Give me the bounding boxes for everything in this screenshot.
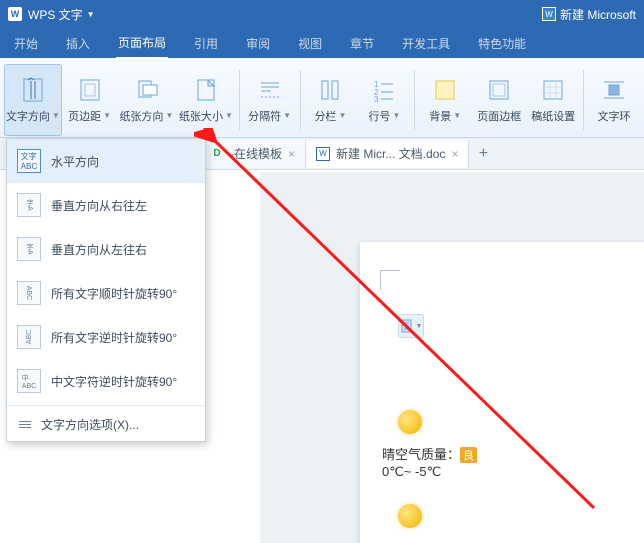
paper: ▼ 济南 七日 晴空气质量：良 0℃~ -5℃ 晴 2℃~ -5℃ <box>360 242 644 543</box>
paste-options-button[interactable]: ▼ <box>398 314 424 338</box>
title-bar: W WPS 文字 ▼ W 新建 Microsoft <box>0 0 644 28</box>
ribbon-grid-paper[interactable]: 稿纸设置 <box>527 64 579 136</box>
options-icon <box>19 421 31 428</box>
ribbon-margins[interactable]: 页边距▼ <box>64 64 116 136</box>
direction-icon: 中ABC <box>17 369 41 393</box>
tab-start[interactable]: 开始 <box>12 29 40 58</box>
word-icon: W <box>316 147 330 161</box>
direction-icon: 字A <box>17 237 41 261</box>
app-menu-caret-icon[interactable]: ▼ <box>87 10 95 19</box>
direction-vertical-ltr[interactable]: 字A 垂直方向从左往右 <box>7 227 205 271</box>
direction-icon: 文字ABC <box>17 149 41 173</box>
page-border-icon <box>485 76 513 104</box>
app-icon: W <box>8 7 22 21</box>
document-icon <box>400 319 414 333</box>
direction-horizontal[interactable]: 文字ABC 水平方向 <box>7 139 205 183</box>
new-tab-button[interactable]: + <box>469 145 497 163</box>
tab-view[interactable]: 视图 <box>296 29 324 58</box>
tab-section[interactable]: 章节 <box>348 29 376 58</box>
margins-icon <box>76 76 104 104</box>
sun-icon <box>398 410 422 434</box>
tab-insert[interactable]: 插入 <box>64 29 92 58</box>
line-numbers-icon: 123 <box>370 76 398 104</box>
tab-reference[interactable]: 引用 <box>192 29 220 58</box>
text-direction-icon <box>19 76 47 104</box>
ribbon-line-numbers[interactable]: 123 行号▼ <box>358 64 410 136</box>
doc-icon: W <box>542 7 556 21</box>
text-direction-dropdown: 文字ABC 水平方向 字A 垂直方向从右往左 字A 垂直方向从左往右 ABC 所… <box>6 138 206 442</box>
ribbon-columns[interactable]: 分栏▼ <box>304 64 356 136</box>
ribbon: 文字方向▼ 页边距▼ 纸张方向▼ 纸张大小▼ 分隔符▼ 分栏▼ 123 行号▼ … <box>0 58 644 138</box>
page-canvas: ▼ 济南 七日 晴空气质量：良 0℃~ -5℃ 晴 2℃~ -5℃ <box>260 172 644 543</box>
tab-devtools[interactable]: 开发工具 <box>400 29 452 58</box>
weather-label-1: 晴空气质量： <box>382 447 460 462</box>
direction-vertical-rtl[interactable]: 字A 垂直方向从右往左 <box>7 183 205 227</box>
weather-temp-1: 0℃~ -5℃ <box>382 464 441 479</box>
margin-corner-icon <box>380 270 400 290</box>
right-doc-name: 新建 Microsoft <box>560 6 636 23</box>
tab-page-layout[interactable]: 页面布局 <box>116 28 168 59</box>
text-wrap-icon <box>600 76 628 104</box>
direction-icon: 字A <box>17 193 41 217</box>
direction-rotate-cw[interactable]: ABC 所有文字顺时针旋转90° <box>7 271 205 315</box>
tab-special[interactable]: 特色功能 <box>476 29 528 58</box>
orientation-icon <box>132 76 160 104</box>
direction-rotate-ccw[interactable]: ABC 所有文字逆时针旋转90° <box>7 315 205 359</box>
doc-tab-current[interactable]: W 新建 Micr... 文档.doc × <box>306 140 469 168</box>
ribbon-text-wrap[interactable]: 文字环 <box>588 64 640 136</box>
background-icon <box>431 76 459 104</box>
ribbon-background[interactable]: 背景▼ <box>419 64 471 136</box>
break-icon <box>256 76 284 104</box>
close-icon[interactable]: × <box>451 147 458 161</box>
direction-cn-ccw[interactable]: 中ABC 中文字符逆时针旋转90° <box>7 359 205 403</box>
ribbon-orientation[interactable]: 纸张方向▼ <box>118 64 176 136</box>
ribbon-page-border[interactable]: 页面边框 <box>473 64 525 136</box>
ribbon-break[interactable]: 分隔符▼ <box>244 64 296 136</box>
direction-icon: ABC <box>17 325 41 349</box>
caret-icon: ▼ <box>416 323 423 330</box>
ribbon-paper-size[interactable]: 纸张大小▼ <box>177 64 235 136</box>
close-icon[interactable]: × <box>288 147 295 161</box>
grid-paper-icon <box>539 76 567 104</box>
aqi-badge: 良 <box>460 447 477 463</box>
tab-review[interactable]: 审阅 <box>244 29 272 58</box>
caret-icon: ▼ <box>52 111 60 120</box>
columns-icon <box>316 76 344 104</box>
direction-options[interactable]: 文字方向选项(X)... <box>7 408 205 441</box>
template-icon: D <box>210 147 224 161</box>
menu-bar: 开始 插入 页面布局 引用 审阅 视图 章节 开发工具 特色功能 <box>0 28 644 58</box>
svg-text:3: 3 <box>374 95 379 103</box>
sun-icon <box>398 504 422 528</box>
ribbon-text-direction[interactable]: 文字方向▼ <box>4 64 62 136</box>
divider <box>7 405 205 406</box>
paper-size-icon <box>192 76 220 104</box>
app-title: WPS 文字 <box>28 6 83 23</box>
direction-icon: ABC <box>17 281 41 305</box>
doc-tab-template[interactable]: D -在线模板 × <box>200 140 306 168</box>
